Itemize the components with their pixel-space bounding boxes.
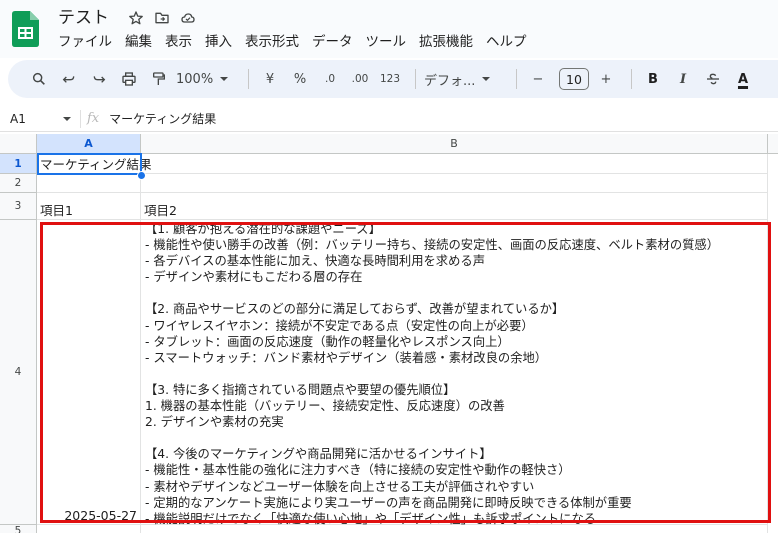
fill-handle[interactable]	[137, 171, 146, 180]
currency-format-button[interactable]: ¥	[257, 66, 283, 92]
undo-icon[interactable]	[56, 66, 82, 92]
row-header-2[interactable]: 2	[0, 174, 37, 193]
menu-extensions[interactable]: 拡張機能	[419, 33, 482, 51]
cell-a5[interactable]	[37, 525, 141, 533]
cell-b5[interactable]	[141, 525, 768, 533]
cell-a1[interactable]: マーケティング結果	[37, 154, 152, 174]
text-color-button[interactable]: A	[730, 66, 756, 92]
strikethrough-icon[interactable]	[700, 66, 726, 92]
cell-a4[interactable]: 2025-05-27	[37, 220, 141, 525]
column-header-b[interactable]: B	[141, 134, 768, 154]
row-header-5[interactable]: 5	[0, 525, 37, 533]
toolbar: 100% ¥ % .0 .00 123 デフォ... − 10 + B I A	[8, 60, 778, 98]
formula-bar: A1 fx マーケティング結果	[0, 106, 778, 132]
chevron-down-icon	[220, 77, 229, 81]
chevron-down-icon	[482, 77, 491, 81]
font-select[interactable]: デフォ...	[424, 66, 504, 92]
toolbar-divider	[415, 69, 416, 89]
search-menus-icon[interactable]	[26, 66, 52, 92]
menu-help[interactable]: ヘルプ	[486, 33, 536, 51]
row-header-1[interactable]: 1	[0, 154, 37, 174]
menu-edit[interactable]: 編集	[125, 33, 161, 51]
name-box[interactable]: A1	[0, 112, 80, 126]
cell-reference: A1	[10, 111, 26, 126]
toolbar-divider	[631, 69, 632, 89]
bold-button[interactable]: B	[640, 66, 666, 92]
select-all-corner[interactable]	[0, 134, 37, 154]
menu-data[interactable]: データ	[312, 33, 362, 51]
cell-b1[interactable]	[141, 154, 768, 174]
font-size-input[interactable]: 10	[559, 68, 589, 90]
move-to-folder-icon[interactable]	[154, 10, 170, 26]
column-header-a[interactable]: A	[37, 134, 141, 154]
decrease-font-size-button[interactable]: −	[525, 66, 551, 92]
toolbar-divider	[248, 69, 249, 89]
title-icons	[128, 10, 196, 26]
cell-a2[interactable]	[37, 174, 141, 193]
chevron-down-icon	[63, 116, 71, 121]
fx-icon: fx	[87, 111, 100, 126]
row-header-4[interactable]: 4	[0, 220, 37, 525]
menu-view[interactable]: 表示	[165, 33, 201, 51]
menu-insert[interactable]: 挿入	[205, 33, 241, 51]
menu-tools[interactable]: ツール	[366, 33, 416, 51]
increase-decimal-button[interactable]: .00	[347, 66, 373, 92]
cell-b4-text: 【1. 顧客が抱える潜在的な課題やニーズ】 - 機能性や使い勝手の改善（例：バッ…	[145, 222, 720, 526]
redo-icon[interactable]	[86, 66, 112, 92]
formula-divider	[80, 109, 81, 128]
row-header-3[interactable]: 3	[0, 193, 37, 220]
increase-font-size-button[interactable]: +	[593, 66, 619, 92]
more-formats-button[interactable]: 123	[377, 66, 403, 92]
zoom-value: 100%	[176, 71, 214, 87]
menu-format[interactable]: 表示形式	[245, 33, 308, 51]
cloud-status-icon[interactable]	[180, 10, 196, 26]
percent-format-button[interactable]: %	[287, 66, 313, 92]
title-bar: テスト ファイル 編集 表示 挿入 表示形式 データ ツール 拡張機能 ヘルプ	[0, 0, 778, 58]
formula-input[interactable]: マーケティング結果	[109, 110, 216, 127]
cell-b3[interactable]: 項目2	[141, 193, 768, 220]
menu-bar: ファイル 編集 表示 挿入 表示形式 データ ツール 拡張機能 ヘルプ	[58, 33, 540, 51]
cell-b2[interactable]	[141, 174, 768, 193]
star-icon[interactable]	[128, 10, 144, 26]
print-icon[interactable]	[116, 66, 142, 92]
column-header-c[interactable]	[768, 134, 778, 154]
italic-button[interactable]: I	[670, 66, 696, 92]
font-value: デフォ...	[424, 73, 476, 89]
paint-format-icon[interactable]	[146, 66, 172, 92]
sheets-logo-icon[interactable]	[12, 11, 39, 47]
decrease-decimal-button[interactable]: .0	[317, 66, 343, 92]
document-title[interactable]: テスト	[58, 8, 109, 28]
zoom-select[interactable]: 100%	[176, 66, 236, 92]
menu-file[interactable]: ファイル	[58, 33, 121, 51]
toolbar-divider	[516, 69, 517, 89]
spreadsheet-grid: A B 1 2 3 4 5 マーケティング結果 項目1 項目2 2025-05-…	[0, 134, 778, 533]
cell-a3[interactable]: 項目1	[37, 193, 141, 220]
